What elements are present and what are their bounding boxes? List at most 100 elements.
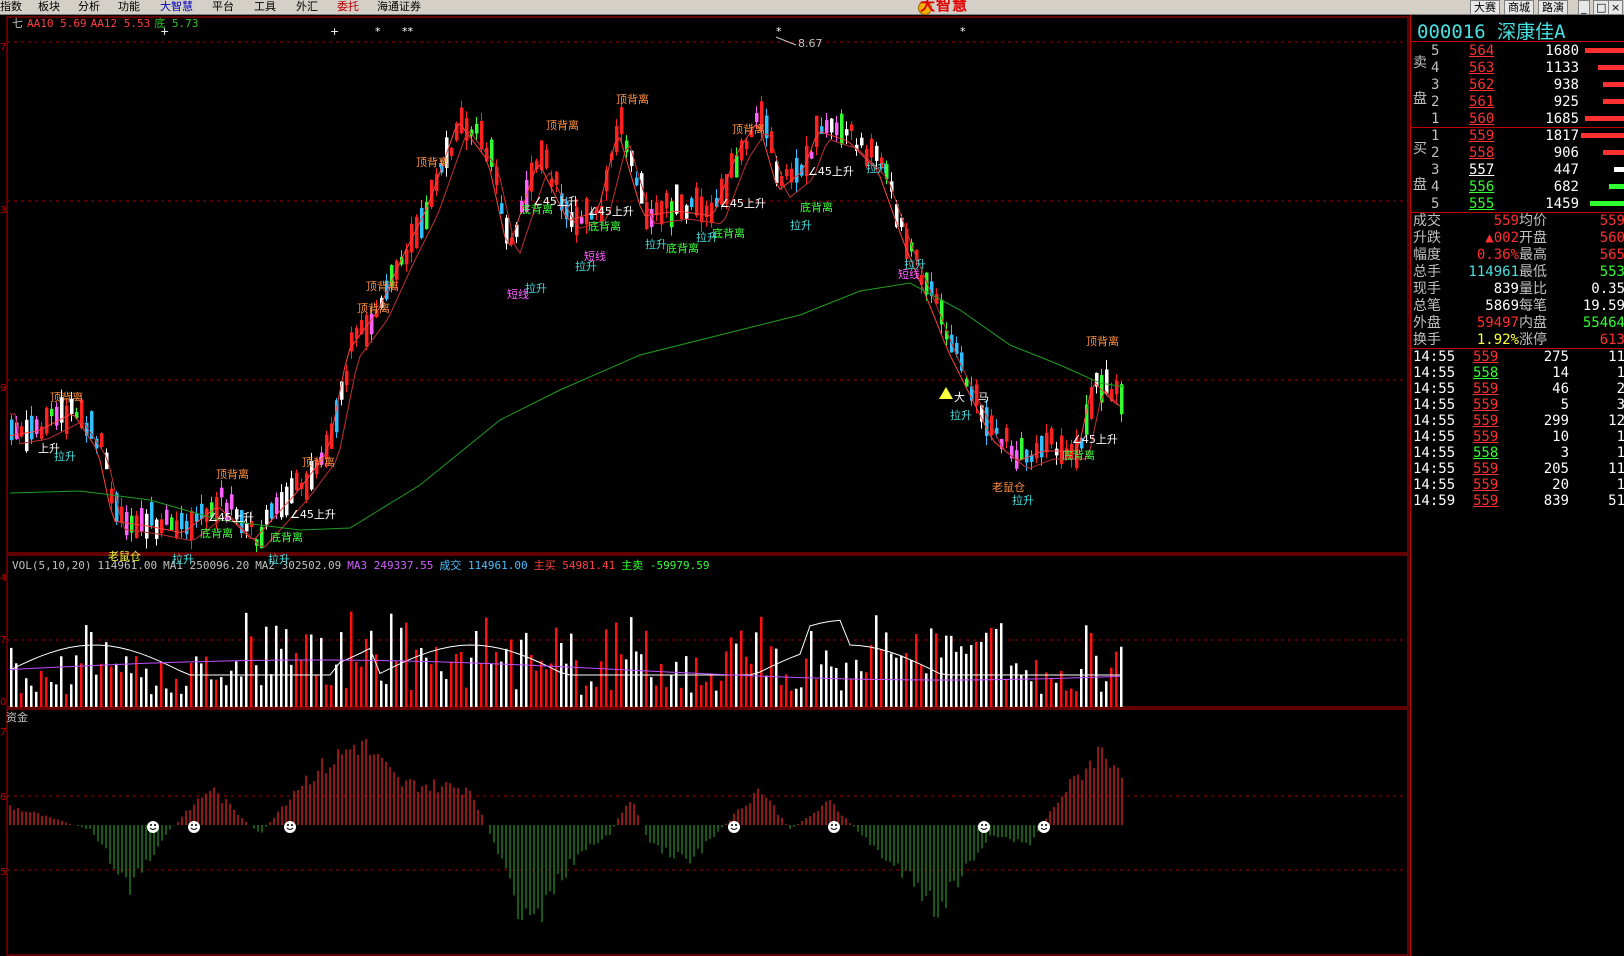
- sell-row-2-volume: 938: [1553, 77, 1579, 93]
- volume-bar: [1055, 682, 1058, 707]
- menu-item-4[interactable]: 大智慧: [160, 0, 193, 14]
- menu-item-9[interactable]: 海通证券: [377, 0, 421, 14]
- candle-body: [615, 126, 619, 153]
- menu-item-8[interactable]: 委托: [337, 0, 359, 14]
- candle-body: [700, 196, 704, 223]
- signal-label-4: ∠45上升: [208, 511, 254, 524]
- volume-bar: [60, 656, 63, 707]
- top-button-2[interactable]: 路演: [1538, 0, 1568, 15]
- sell-row-0-level: 5: [1431, 43, 1440, 59]
- candle-body: [670, 201, 674, 228]
- menu-item-1[interactable]: 板块: [38, 0, 60, 14]
- sell-row-1-volume: 1133: [1545, 60, 1579, 76]
- ma-legend: 七 AA10 5.69 AA12 5.53 底 5.73: [12, 16, 198, 30]
- buy-row-3-price[interactable]: 556: [1469, 179, 1494, 195]
- y-axis-main-label: 7: [0, 42, 6, 53]
- stat-label-6: 外盘: [1413, 315, 1441, 331]
- menu-item-3[interactable]: 功能: [118, 0, 140, 14]
- sell-row-3-price[interactable]: 561: [1469, 94, 1494, 110]
- sell-row-1-price[interactable]: 563: [1469, 60, 1494, 76]
- volume-bar: [45, 676, 48, 707]
- volume-bar: [250, 636, 253, 707]
- menu-item-6[interactable]: 工具: [254, 0, 276, 14]
- buy-row-3-level: 4: [1431, 179, 1440, 195]
- smiley-icon: [978, 821, 990, 833]
- sell-row-4-price[interactable]: 560: [1469, 111, 1494, 127]
- volume-bar: [940, 657, 943, 707]
- buy-row-2-price[interactable]: 557: [1469, 162, 1494, 178]
- candle-body: [285, 486, 289, 516]
- volume-bar: [80, 663, 83, 707]
- fund-pane-frame: [6, 708, 1409, 956]
- volume-bar: [790, 690, 793, 707]
- volume-bar: [195, 656, 198, 707]
- top-button-0[interactable]: 大赛: [1470, 0, 1500, 15]
- y-axis-vol-label: 0: [0, 697, 6, 708]
- candle-body: [1055, 448, 1059, 456]
- buy-row-0-price[interactable]: 559: [1469, 128, 1494, 144]
- menu-item-0[interactable]: 指数: [0, 0, 22, 14]
- candle-body: [665, 192, 669, 209]
- restore-button[interactable]: □: [1593, 0, 1610, 15]
- candle-body: [155, 519, 159, 539]
- minimize-button[interactable]: _: [1578, 0, 1590, 15]
- volume-bar: [385, 684, 388, 707]
- volume-bar: [885, 632, 888, 707]
- signal-label-36: 短线: [898, 267, 920, 281]
- volume-bar: [415, 649, 418, 707]
- candle-body: [1120, 384, 1124, 415]
- sell-row-0-price[interactable]: 564: [1469, 43, 1494, 59]
- tick-count-7: 11: [1608, 461, 1624, 477]
- buy-row-2-volume: 447: [1553, 162, 1579, 178]
- menu-item-2[interactable]: 分析: [78, 0, 100, 14]
- volume-bar: [25, 678, 28, 707]
- volume-bar: [305, 634, 308, 707]
- volume-bar: [880, 649, 883, 707]
- volume-bar: [850, 679, 853, 707]
- volume-bar: [1090, 633, 1093, 707]
- candle-body: [500, 203, 504, 214]
- volume-bar: [490, 663, 493, 707]
- tick-volume-8: 20: [1552, 477, 1569, 493]
- volume-bar: [730, 637, 733, 707]
- stat-label2-3: 最低: [1519, 264, 1547, 280]
- candle-body: [45, 407, 49, 434]
- buy-row-2-bar: [1614, 167, 1624, 172]
- tick-volume-1: 14: [1552, 365, 1569, 381]
- tick-time-5: 14:55: [1413, 429, 1456, 445]
- volume-bar: [740, 630, 743, 707]
- volume-bar: [920, 665, 923, 707]
- menu-item-7[interactable]: 外汇: [296, 0, 318, 14]
- volume-bar: [1075, 691, 1078, 707]
- volume-bars: [10, 611, 1123, 707]
- buy-row-1-price[interactable]: 558: [1469, 145, 1494, 161]
- sell-row-2-price[interactable]: 562: [1469, 77, 1494, 93]
- sell-label-1: 卖: [1413, 55, 1427, 71]
- volume-bar: [875, 615, 878, 707]
- volume-bar: [435, 646, 438, 707]
- sell-row-2-level: 3: [1431, 77, 1440, 93]
- top-button-1[interactable]: 商城: [1504, 0, 1534, 15]
- volume-bar: [1115, 651, 1118, 707]
- volume-bar: [410, 690, 413, 707]
- sell-label-2: 盘: [1413, 91, 1427, 107]
- volume-bar: [990, 627, 993, 707]
- volume-bar: [960, 646, 963, 707]
- volume-bar: [810, 631, 813, 707]
- candle-body: [180, 512, 184, 530]
- volume-bar: [225, 685, 228, 707]
- menu-item-5[interactable]: 平台: [212, 0, 234, 14]
- volume-bar: [340, 632, 343, 707]
- buy-row-0-level: 1: [1431, 128, 1440, 144]
- volume-bar: [365, 638, 368, 707]
- buy-row-4-price[interactable]: 555: [1469, 196, 1494, 212]
- candle-body: [475, 123, 479, 134]
- close-button[interactable]: ×: [1608, 0, 1624, 15]
- volume-bar: [555, 627, 558, 707]
- smiley-icon: [147, 821, 159, 833]
- candle-body: [220, 487, 224, 498]
- candle-body: [1005, 427, 1009, 442]
- kline-chart[interactable]: 739470765七 AA10 5.69 AA12 5.53 底 5.73VOL(5,…: [0, 15, 1410, 956]
- volume-bar: [380, 680, 383, 707]
- volume-bar: [560, 642, 563, 707]
